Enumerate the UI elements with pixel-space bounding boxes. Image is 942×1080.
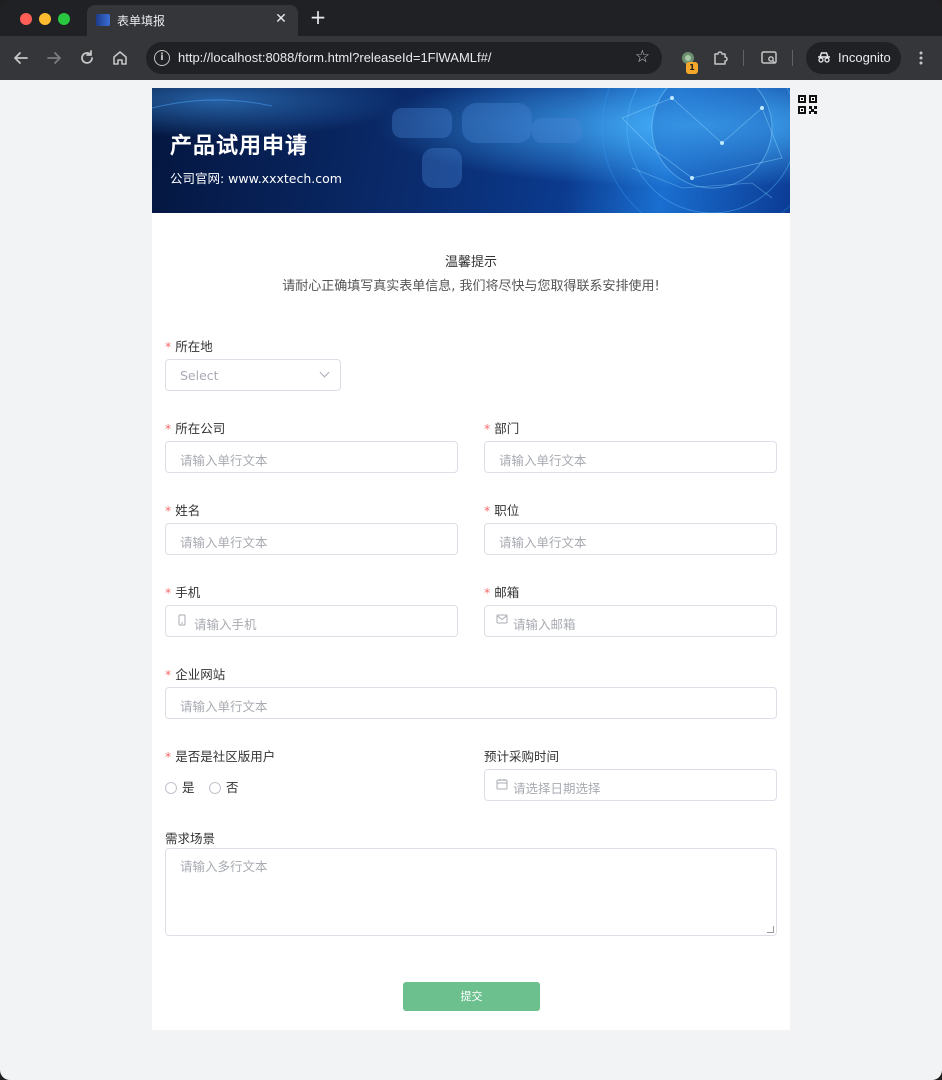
- department-input[interactable]: 请输入单行文本: [484, 441, 777, 473]
- back-icon[interactable]: [10, 47, 32, 69]
- url-text[interactable]: http://localhost:8088/form.html?releaseI…: [178, 50, 491, 65]
- required-mark: *: [484, 421, 491, 436]
- phone-label-text: 手机: [175, 585, 201, 600]
- submit-button[interactable]: 提交: [403, 982, 540, 1011]
- browser-tab[interactable]: 表单填报 ✕: [87, 5, 298, 36]
- new-tab-button[interactable]: +: [308, 6, 328, 28]
- department-label-text: 部门: [494, 421, 520, 436]
- required-mark: *: [484, 585, 491, 600]
- close-window-button[interactable]: [20, 13, 32, 25]
- company-label: * 所在公司: [165, 418, 225, 437]
- phone-input[interactable]: 请输入手机: [165, 605, 458, 637]
- banner-subtitle: 公司官网: www.xxxtech.com: [170, 171, 342, 186]
- location-select[interactable]: Select: [165, 359, 341, 391]
- required-mark: *: [165, 421, 172, 436]
- location-label: * 所在地: [165, 336, 213, 355]
- purchase-time-label: 预计采购时间: [484, 746, 559, 765]
- required-mark: *: [165, 585, 172, 600]
- required-mark: *: [484, 503, 491, 518]
- forward-icon[interactable]: [43, 47, 65, 69]
- extension-badge: 1: [686, 62, 698, 74]
- requirement-label-text: 需求场景: [165, 831, 216, 846]
- qr-code-icon[interactable]: [798, 95, 817, 114]
- bookmark-star-icon[interactable]: ☆: [635, 47, 650, 67]
- favicon-icon: [96, 14, 110, 26]
- toolbar-divider: [743, 50, 744, 66]
- community-user-label: * 是否是社区版用户: [165, 746, 275, 765]
- mail-icon: [496, 614, 508, 627]
- tab-bar: 表单填报 ✕ +: [0, 0, 942, 36]
- site-info-icon[interactable]: i: [154, 50, 170, 66]
- home-icon[interactable]: [109, 47, 131, 69]
- requirement-placeholder: 请输入多行文本: [180, 859, 268, 874]
- name-input[interactable]: 请输入单行文本: [165, 523, 458, 555]
- company-input[interactable]: 请输入单行文本: [165, 441, 458, 473]
- name-placeholder: 请输入单行文本: [180, 535, 268, 550]
- resize-handle-icon[interactable]: [767, 926, 774, 933]
- browser-toolbar: i http://localhost:8088/form.html?releas…: [0, 36, 942, 80]
- email-input[interactable]: 请输入邮箱: [484, 605, 777, 637]
- phone-placeholder: 请输入手机: [194, 617, 257, 632]
- position-label-text: 职位: [494, 503, 520, 518]
- incognito-label: Incognito: [838, 50, 891, 65]
- email-label: * 邮箱: [484, 582, 519, 601]
- reload-icon[interactable]: [76, 47, 98, 69]
- extensions-puzzle-icon[interactable]: [709, 47, 731, 69]
- website-label: * 企业网站: [165, 664, 225, 683]
- calendar-icon: [496, 778, 508, 793]
- maximize-window-button[interactable]: [58, 13, 70, 25]
- incognito-icon: [816, 49, 832, 68]
- address-bar[interactable]: i http://localhost:8088/form.html?releas…: [146, 42, 662, 74]
- required-mark: *: [165, 667, 172, 682]
- email-label-text: 邮箱: [494, 585, 520, 600]
- tab-close-icon[interactable]: ✕: [272, 10, 290, 28]
- tip-title: 温馨提示: [444, 255, 497, 270]
- requirement-label: 需求场景: [165, 828, 215, 847]
- mobile-phone-icon: [177, 614, 187, 629]
- tab-search-icon[interactable]: [758, 47, 780, 69]
- radio-circle[interactable]: [165, 782, 177, 794]
- browser-window: 表单填报 ✕ + i http://localhost:8088/form.ht…: [0, 0, 942, 1080]
- tab-title: 表单填报: [117, 14, 166, 28]
- position-placeholder: 请输入单行文本: [499, 535, 587, 550]
- menu-kebab-icon[interactable]: [910, 47, 932, 69]
- radio-no[interactable]: 否: [209, 777, 239, 796]
- purchase-time-label-text: 预计采购时间: [484, 749, 560, 764]
- tip-text: 请耐心正确填写真实表单信息, 我们将尽快与您取得联系安排使用!: [282, 279, 660, 294]
- toolbar-divider: [792, 50, 793, 66]
- company-label-text: 所在公司: [175, 421, 226, 436]
- requirement-textarea[interactable]: 请输入多行文本: [165, 848, 777, 936]
- minimize-window-button[interactable]: [39, 13, 51, 25]
- website-placeholder: 请输入单行文本: [180, 699, 268, 714]
- department-label: * 部门: [484, 418, 519, 437]
- phone-label: * 手机: [165, 582, 200, 601]
- incognito-indicator[interactable]: Incognito: [806, 42, 901, 74]
- chevron-down-icon: [319, 367, 330, 378]
- banner-title: 产品试用申请: [170, 134, 309, 159]
- required-mark: *: [165, 503, 172, 518]
- position-label: * 职位: [484, 500, 519, 519]
- website-label-text: 企业网站: [175, 667, 226, 682]
- radio-no-label: 否: [226, 780, 239, 795]
- purchase-date-picker[interactable]: 请选择日期选择: [484, 769, 777, 801]
- website-input[interactable]: 请输入单行文本: [165, 687, 777, 719]
- radio-circle[interactable]: [209, 782, 221, 794]
- location-placeholder: Select: [180, 368, 219, 383]
- company-placeholder: 请输入单行文本: [180, 453, 268, 468]
- department-placeholder: 请输入单行文本: [499, 453, 587, 468]
- position-input[interactable]: 请输入单行文本: [484, 523, 777, 555]
- radio-yes-label: 是: [182, 780, 195, 795]
- location-label-text: 所在地: [175, 339, 213, 354]
- required-mark: *: [165, 749, 172, 764]
- purchase-date-placeholder: 请选择日期选择: [513, 781, 601, 796]
- header-banner: 产品试用申请 公司官网: www.xxxtech.com: [152, 88, 790, 213]
- name-label: * 姓名: [165, 500, 200, 519]
- page-viewport: 产品试用申请 公司官网: www.xxxtech.com 温馨提示 请耐心正确填…: [0, 80, 942, 1080]
- required-mark: *: [165, 339, 172, 354]
- community-user-label-text: 是否是社区版用户: [175, 749, 276, 764]
- form-card: 产品试用申请 公司官网: www.xxxtech.com 温馨提示 请耐心正确填…: [152, 88, 790, 1030]
- name-label-text: 姓名: [175, 503, 201, 518]
- radio-yes[interactable]: 是: [165, 777, 195, 796]
- email-placeholder: 请输入邮箱: [513, 617, 576, 632]
